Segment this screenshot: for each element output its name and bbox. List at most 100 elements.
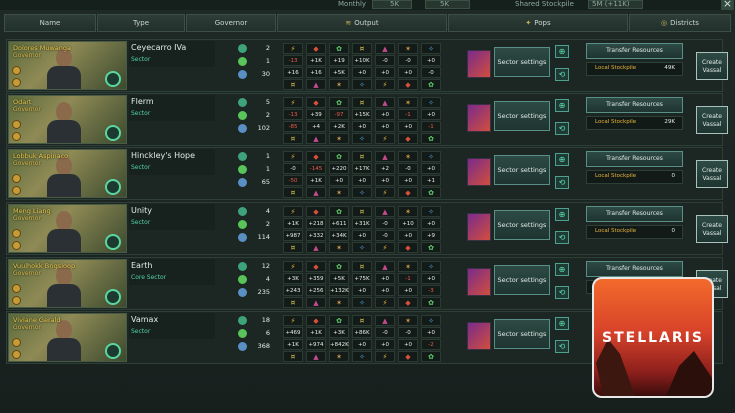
trade-icon: ¤ (283, 133, 303, 144)
output-value: +3K (329, 327, 349, 338)
food-icon: ✿ (329, 261, 349, 272)
minerals-icon: ◆ (398, 187, 418, 198)
close-icon[interactable]: × (721, 0, 734, 10)
unity-icon: ✶ (398, 315, 418, 326)
transfer-resources-button[interactable]: Transfer Resources (586, 206, 683, 222)
output-value: +17K (352, 163, 372, 174)
sector-name[interactable]: Flerm (131, 97, 154, 106)
automation-icon[interactable]: ⟲ (555, 68, 569, 81)
output-value: +987 (283, 230, 303, 241)
transfer-resources-button[interactable]: Transfer Resources (586, 43, 683, 59)
automation-icon[interactable]: ⟲ (555, 231, 569, 244)
sector-row[interactable]: Lobbuk Aspinaco Governor Hinckley's Hope… (6, 147, 728, 200)
governor-portrait[interactable]: Viviane Gerald Governor (8, 313, 127, 362)
create-vassal-button[interactable]: CreateVassal (696, 160, 728, 188)
output-value: +9 (421, 230, 441, 241)
output-value: +0 (352, 339, 372, 350)
sector-row[interactable]: Dolores Muwanga Governor Ceyecarro IVa S… (6, 39, 728, 92)
governor-portrait[interactable]: Lobbuk Aspinaco Governor (8, 149, 127, 198)
governor-trait-icon[interactable] (105, 125, 121, 141)
sector-settings-button[interactable]: Sector settings (494, 319, 550, 349)
output-value: +0 (398, 175, 418, 186)
governor-portrait[interactable]: Vuulhokk Brigsloop Governor (8, 259, 127, 308)
header-name[interactable]: Name (4, 14, 96, 32)
unity-icon: ✶ (398, 43, 418, 54)
governor-trait-icon[interactable] (105, 343, 121, 359)
minerals-icon: ◆ (306, 315, 326, 326)
output-value: +0 (352, 230, 372, 241)
sector-type: Core Sector (131, 274, 167, 281)
sector-name[interactable]: Ceyecarro IVa (131, 43, 186, 52)
sector-settings-button[interactable]: Sector settings (494, 210, 550, 240)
alloys-icon: ▲ (375, 43, 395, 54)
automation-icon[interactable]: ⟲ (555, 340, 569, 353)
header-type[interactable]: Type (97, 14, 185, 32)
header-pops[interactable]: ✦ Pops (448, 14, 628, 32)
sector-name[interactable]: Unity (131, 206, 152, 215)
create-vassal-button[interactable]: CreateVassal (696, 106, 728, 134)
governor-role: Governor (13, 52, 41, 59)
governor-trait-icon[interactable] (105, 234, 121, 250)
header-output[interactable]: ≋ Output (277, 14, 447, 32)
planet-stats: 12 4 235 (235, 261, 275, 307)
output-value: -2 (421, 339, 441, 350)
top-bar: Monthly 5K 5K Shared Stockpile 5M (+11K)… (0, 0, 735, 10)
automation-icon[interactable]: ⟲ (555, 122, 569, 135)
sector-settings-button[interactable]: Sector settings (494, 47, 550, 77)
food-icon: ✿ (329, 97, 349, 108)
governor-trait-icon[interactable] (105, 71, 121, 87)
governor-portrait[interactable]: Odart Governor (8, 95, 127, 144)
sector-name[interactable]: Earth (131, 261, 152, 270)
alloys-icon: ▲ (306, 187, 326, 198)
focus-icon[interactable]: ⊕ (555, 99, 569, 112)
sector-settings-button[interactable]: Sector settings (494, 265, 550, 295)
planet-icon (238, 44, 247, 53)
governor-portrait[interactable]: Meng Liang Governor (8, 204, 127, 253)
research-icon: ✧ (421, 43, 441, 54)
food-icon: ✿ (421, 133, 441, 144)
pops-count: 30 (235, 69, 275, 80)
output-value: +31K (352, 218, 372, 229)
focus-icon[interactable]: ⊕ (555, 263, 569, 276)
transfer-resources-button[interactable]: Transfer Resources (586, 151, 683, 167)
sector-name[interactable]: Hinckley's Hope (131, 151, 195, 160)
sector-type: Sector (131, 56, 151, 63)
sector-settings-button[interactable]: Sector settings (494, 155, 550, 185)
focus-icon[interactable]: ⊕ (555, 153, 569, 166)
header-districts[interactable]: ◎ Districts (629, 14, 731, 32)
automation-icon[interactable]: ⟲ (555, 286, 569, 299)
pop-icon (238, 288, 247, 297)
local-stockpile: Local Stockpile 0 (586, 170, 683, 184)
output-value: +0 (421, 55, 441, 66)
sector-row[interactable]: Odart Governor Flerm Sector 5 2 102 ⚡ -1… (6, 93, 728, 146)
alloys-icon: ▲ (306, 242, 326, 253)
governor-trait-icon[interactable] (105, 289, 121, 305)
local-stockpile-value: 49K (664, 65, 675, 71)
unity-icon: ✶ (398, 97, 418, 108)
focus-icon[interactable]: ⊕ (555, 208, 569, 221)
create-vassal-button[interactable]: CreateVassal (696, 215, 728, 243)
governor-portrait[interactable]: Dolores Muwanga Governor (8, 41, 127, 90)
governor-trait-icon[interactable] (105, 179, 121, 195)
sector-row[interactable]: Meng Liang Governor Unity Sector 4 2 114… (6, 202, 728, 255)
sector-name[interactable]: Vamax (131, 315, 158, 324)
focus-icon[interactable]: ⊕ (555, 45, 569, 58)
output-value: +0 (329, 175, 349, 186)
pop-icon (238, 342, 247, 351)
create-vassal-button[interactable]: CreateVassal (696, 52, 728, 80)
header-output-label: Output (354, 19, 379, 27)
output-value: +256 (306, 285, 326, 296)
output-value: +0 (375, 285, 395, 296)
header-governor[interactable]: Governor (186, 14, 276, 32)
governor-role: Governor (13, 270, 41, 277)
governor-role: Governor (13, 215, 41, 222)
sector-settings-button[interactable]: Sector settings (494, 101, 550, 131)
transfer-resources-button[interactable]: Transfer Resources (586, 261, 683, 277)
focus-icon[interactable]: ⊕ (555, 317, 569, 330)
energy-icon: ⚡ (283, 43, 303, 54)
local-stockpile-value: 0 (671, 228, 676, 234)
transfer-resources-button[interactable]: Transfer Resources (586, 97, 683, 113)
trait-badge-icon (12, 78, 21, 87)
trade-icon: ¤ (352, 151, 372, 162)
automation-icon[interactable]: ⟲ (555, 176, 569, 189)
